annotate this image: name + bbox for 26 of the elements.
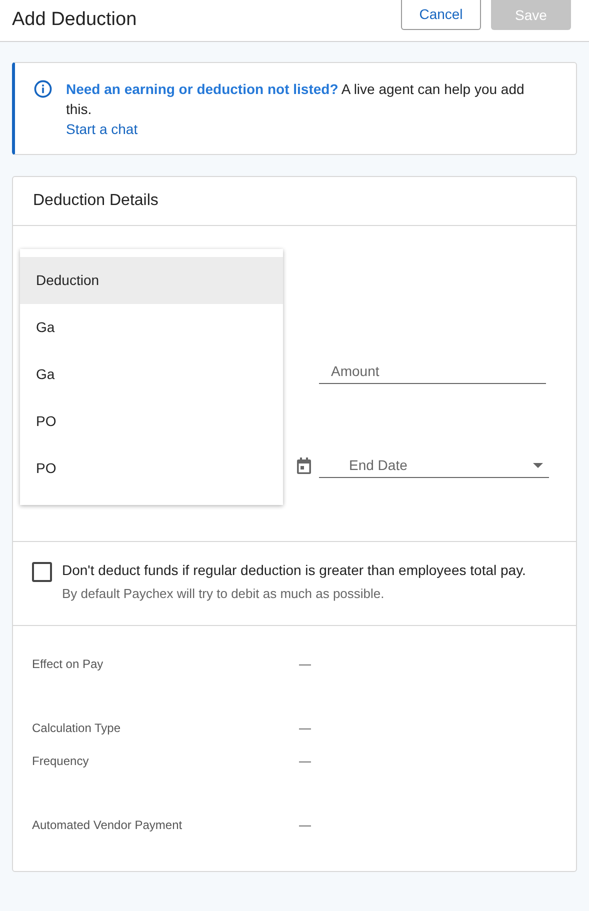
menu-item[interactable]: Ga	[20, 351, 283, 398]
summary-value: —	[299, 720, 311, 736]
checkbox-label: Don't deduct funds if regular deduction is greater than employees total pay.	[62, 562, 526, 578]
menu-item[interactable]: PO	[20, 398, 283, 445]
amount-field[interactable]: Amount	[319, 358, 546, 384]
notice-text: Need an earning or deduction not listed? A live agent can help you add this.	[66, 80, 526, 119]
summary-value: —	[299, 816, 311, 834]
dropdown-caret-icon	[533, 463, 543, 468]
summary-label: Automated Vendor Payment	[32, 816, 184, 834]
menu-item[interactable]: Ga	[20, 304, 283, 351]
card-title: Deduction Details	[33, 191, 158, 211]
calendar-icon	[296, 457, 312, 475]
checkbox-hint: By default Paychex will try to debit as much as possible.	[62, 586, 386, 602]
cancel-button[interactable]: Cancel	[401, 0, 481, 30]
summary-label: Frequency	[32, 752, 90, 770]
menu-item[interactable]: PO	[20, 445, 283, 492]
menu-item[interactable]: Deduction	[20, 257, 283, 304]
page-title: Add Deduction	[12, 8, 137, 32]
summary-value: —	[299, 752, 311, 770]
info-icon	[34, 80, 52, 98]
checkbox[interactable]	[32, 562, 52, 582]
end-date-field[interactable]: End Date	[319, 452, 549, 478]
start-chat-link[interactable]: Start a chat	[66, 119, 138, 139]
summary-value: —	[299, 656, 311, 672]
summary-label: Calculation Type	[32, 720, 122, 736]
summary-label: Effect on Pay	[32, 656, 104, 672]
